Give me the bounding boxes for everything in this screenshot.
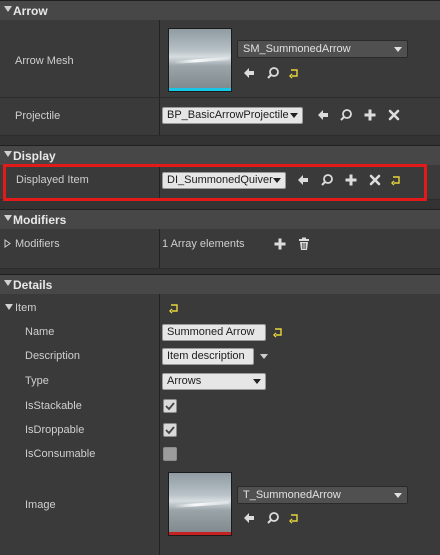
chevron-down-icon <box>290 113 298 118</box>
type-value: Arrows <box>167 375 202 387</box>
is-consumable-label: IsConsumable <box>25 448 96 460</box>
texture-asset-dropdown[interactable]: T_SummonedArrow <box>237 486 408 504</box>
is-droppable-checkbox[interactable] <box>163 423 177 437</box>
is-stackable-checkbox[interactable] <box>163 399 177 413</box>
trash-icon[interactable] <box>297 237 311 251</box>
description-label: Description <box>25 350 81 362</box>
description-text-field[interactable]: Item description <box>162 348 254 365</box>
chevron-down-icon <box>253 379 261 384</box>
expand-arrow-icon[interactable] <box>4 239 11 248</box>
highlight-box <box>3 164 427 201</box>
arrow-left-icon[interactable] <box>316 108 330 122</box>
reset-arrow-icon[interactable] <box>287 511 301 525</box>
projectile-class-value: BP_BasicArrowProjectile <box>167 109 289 121</box>
plus-icon[interactable] <box>363 108 377 122</box>
x-icon[interactable] <box>387 108 401 122</box>
section-title: Details <box>13 278 53 292</box>
row-arrow-mesh: Arrow Mesh SM_SummonedArrow <box>0 20 440 98</box>
chevron-down-icon <box>394 493 402 498</box>
magnifier-icon[interactable] <box>339 108 353 122</box>
column-splitter[interactable] <box>159 98 160 135</box>
mesh-thumbnail[interactable] <box>168 28 232 92</box>
section-header-details[interactable]: Details <box>0 274 440 294</box>
collapse-arrow-icon <box>4 215 12 221</box>
column-splitter[interactable] <box>159 20 160 97</box>
is-consumable-checkbox[interactable] <box>163 447 177 461</box>
modifiers-label: Modifiers <box>15 238 60 250</box>
type-enum-combo[interactable]: Arrows <box>162 373 266 390</box>
type-label: Type <box>25 375 49 387</box>
mesh-asset-value: SM_SummonedArrow <box>243 43 351 55</box>
chevron-down-icon <box>394 47 402 52</box>
collapse-arrow-icon <box>4 6 12 12</box>
magnifier-icon[interactable] <box>266 511 280 525</box>
collapse-arrow-icon <box>4 151 12 157</box>
arrow-left-icon[interactable] <box>242 511 256 525</box>
is-droppable-label: IsDroppable <box>25 424 85 436</box>
name-label: Name <box>25 326 55 338</box>
magnifier-icon[interactable] <box>266 66 280 80</box>
arrow-left-icon[interactable] <box>242 66 256 80</box>
collapse-arrow-icon[interactable] <box>5 304 13 310</box>
collapse-arrow-icon <box>4 280 12 286</box>
name-value: Summoned Arrow <box>167 326 255 338</box>
row-modifiers: Modifiers 1 Array elements <box>0 229 440 269</box>
arrow-mesh-label: Arrow Mesh <box>15 55 74 67</box>
details-struct: Item Name Summoned Arrow Description Ite… <box>0 294 440 555</box>
name-text-field[interactable]: Summoned Arrow <box>162 324 266 341</box>
image-label: Image <box>25 499 56 511</box>
reset-arrow-icon[interactable] <box>167 301 181 315</box>
chevron-down-icon[interactable] <box>260 354 268 359</box>
section-title: Modifiers <box>13 213 67 227</box>
item-struct-label: Item <box>15 302 37 314</box>
modifiers-count: 1 Array elements <box>162 238 245 250</box>
checkmark-icon <box>165 402 175 411</box>
section-title: Display <box>13 149 56 163</box>
projectile-label: Projectile <box>15 110 61 122</box>
section-header-modifiers[interactable]: Modifiers <box>0 209 440 229</box>
column-splitter[interactable] <box>159 294 160 555</box>
row-projectile: Projectile BP_BasicArrowProjectile <box>0 98 440 136</box>
plus-icon[interactable] <box>273 237 287 251</box>
section-header-arrow[interactable]: Arrow <box>0 0 440 20</box>
reset-arrow-icon[interactable] <box>271 325 285 339</box>
projectile-class-combo[interactable]: BP_BasicArrowProjectile <box>162 107 303 124</box>
texture-thumbnail[interactable] <box>168 472 232 536</box>
section-title: Arrow <box>13 4 48 18</box>
section-header-display[interactable]: Display <box>0 145 440 165</box>
column-splitter[interactable] <box>159 229 160 268</box>
reset-arrow-icon[interactable] <box>287 66 301 80</box>
description-value: Item description <box>167 350 245 362</box>
texture-asset-value: T_SummonedArrow <box>243 489 341 501</box>
mesh-asset-dropdown[interactable]: SM_SummonedArrow <box>237 40 408 58</box>
checkmark-icon <box>165 426 175 435</box>
is-stackable-label: IsStackable <box>25 400 82 412</box>
